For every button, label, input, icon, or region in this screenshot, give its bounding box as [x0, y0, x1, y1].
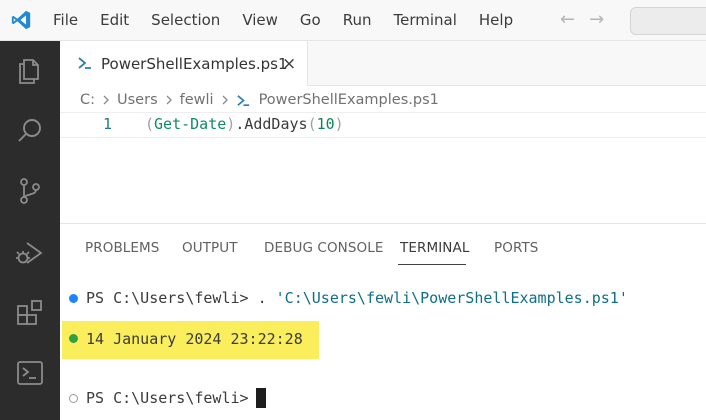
close-icon[interactable]: × [282, 41, 296, 88]
menu-selection[interactable]: Selection [140, 0, 231, 41]
breadcrumb-file[interactable]: PowerShellExamples.ps1 [259, 92, 439, 108]
code-token-paren: ( [145, 115, 155, 133]
command-success-icon[interactable] [69, 334, 78, 343]
code-token-command: Get-Date [154, 115, 227, 133]
search-icon[interactable] [14, 115, 46, 147]
breadcrumb: C: Users fewli PowerShellExamples.ps1 [80, 89, 439, 111]
panel-tab-bar: PROBLEMS OUTPUT DEBUG CONSOLE TERMINAL P… [60, 224, 706, 266]
chevron-right-icon [222, 95, 228, 105]
active-tab-indicator [398, 264, 466, 265]
command-decoration-icon[interactable] [69, 294, 78, 303]
editor-tab-bar: PowerShellExamples.ps1 × [60, 41, 706, 86]
tab-powershell-examples[interactable]: PowerShellExamples.ps1 × [60, 41, 308, 86]
powershell-file-icon [78, 57, 91, 69]
title-bar: File Edit Selection View Go Run Terminal… [0, 0, 706, 41]
terminal-prompt-current: PS C:\Users\fewli> [86, 389, 258, 407]
command-center-search[interactable] [630, 7, 706, 35]
arrow-right-icon[interactable]: → [589, 8, 604, 32]
menu-run[interactable]: Run [332, 0, 383, 41]
line-number: 1 [103, 115, 113, 133]
terminal-command-line: PS C:\Users\fewli> . 'C:\Users\fewli\Pow… [86, 289, 628, 307]
terminal-cursor [256, 388, 266, 408]
code-token-paren: ( [307, 115, 317, 133]
terminal-prompt: PS C:\Users\fewli> . [86, 289, 276, 307]
code-line[interactable]: (Get-Date).AddDays(10) [145, 115, 344, 133]
code-token-paren: ) [226, 115, 236, 133]
explorer-icon[interactable] [14, 55, 46, 87]
chevron-right-icon [103, 95, 109, 105]
source-control-icon[interactable] [14, 175, 46, 207]
arrow-left-icon[interactable]: ← [560, 8, 575, 32]
tab-output[interactable]: OUTPUT [182, 224, 238, 272]
tab-problems[interactable]: PROBLEMS [85, 224, 159, 272]
vscode-logo-icon [11, 10, 31, 30]
terminal-output: 14 January 2024 23:22:28 [86, 330, 303, 348]
navigation-arrows: ← → [560, 8, 604, 32]
tab-label: PowerShellExamples.ps1 [101, 55, 288, 73]
command-pending-icon[interactable] [69, 394, 78, 403]
menu-terminal[interactable]: Terminal [383, 0, 468, 41]
tab-ports[interactable]: PORTS [494, 224, 538, 272]
breadcrumb-users[interactable]: Users [117, 92, 158, 108]
menu-file[interactable]: File [42, 0, 89, 41]
menu-edit[interactable]: Edit [89, 0, 140, 41]
tab-debug-console[interactable]: DEBUG CONSOLE [264, 224, 384, 272]
code-token-dot: . [235, 115, 245, 133]
terminal-icon[interactable] [14, 357, 46, 389]
terminal-script-path: 'C:\Users\fewli\PowerShellExamples.ps1' [275, 289, 628, 307]
menu-view[interactable]: View [231, 0, 289, 41]
chevron-right-icon [166, 95, 172, 105]
code-token-paren: ) [334, 115, 344, 133]
menu-bar: File Edit Selection View Go Run Terminal… [42, 0, 524, 41]
powershell-file-icon [236, 94, 249, 106]
breadcrumb-user-folder[interactable]: fewli [180, 92, 214, 108]
code-token-number: 10 [316, 115, 335, 133]
code-token-method: AddDays [244, 115, 308, 133]
breadcrumb-drive[interactable]: C: [80, 92, 95, 108]
extensions-icon[interactable] [14, 297, 46, 329]
menu-help[interactable]: Help [468, 0, 524, 41]
run-debug-icon[interactable] [14, 237, 46, 269]
menu-go[interactable]: Go [289, 0, 332, 41]
activity-bar [0, 41, 60, 420]
